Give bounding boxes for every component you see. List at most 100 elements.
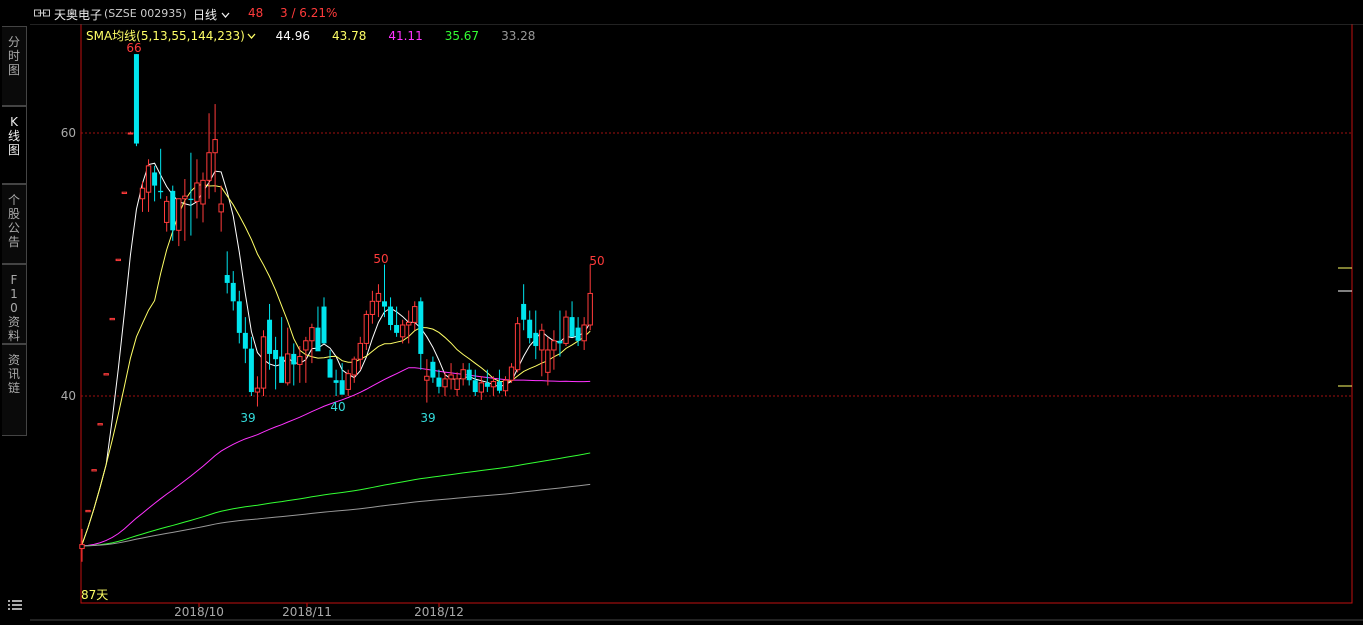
candle-body (412, 306, 418, 323)
sma-indicator-selector[interactable]: SMA均线(5,13,55,144,233) (86, 29, 256, 43)
x-tick-label: 2018/12 (414, 605, 464, 619)
candle-body (109, 317, 115, 321)
candle-body (315, 327, 321, 352)
kline-chart[interactable]: 60402018/10 2018/11 2018/1266394050395087天 (0, 0, 1363, 625)
stock-code: (SZSE 002935) (104, 7, 187, 20)
candle-body (502, 379, 509, 392)
list-icon[interactable] (8, 598, 22, 612)
candle-body (133, 54, 139, 144)
days-count-label: 87天 (81, 588, 108, 602)
sma-5-line (81, 162, 591, 545)
candle-body (363, 313, 370, 344)
side-tab-1[interactable]: 分时图 (2, 26, 27, 106)
candle-body (267, 319, 273, 354)
chart-frame (30, 23, 1363, 621)
candle-body (273, 349, 279, 360)
sma-value-2: 43.78 (331, 29, 367, 43)
candle-body (224, 275, 230, 283)
candle-body (357, 342, 364, 360)
candle-body (242, 332, 248, 349)
candle-body (478, 382, 485, 393)
y-tick-label: 40 (61, 389, 76, 403)
candle-body (545, 349, 551, 373)
candle-body (200, 179, 206, 205)
sidebar: 分时图 K线图个股公告 F10资料 资讯链 (0, 26, 30, 625)
candle-body (424, 375, 430, 381)
sma-value-3: 41.11 (388, 29, 423, 43)
price-annotation: 39 (420, 411, 435, 425)
candle-body (575, 327, 581, 341)
candle-body (152, 172, 158, 186)
side-tab-label: 个股公告 (7, 193, 20, 249)
candle-body (333, 380, 339, 383)
candle-body (279, 356, 285, 383)
candle-body (539, 329, 545, 351)
candle-body (418, 301, 424, 354)
candle-body (406, 321, 412, 326)
candle-body (496, 381, 502, 391)
candle-body (551, 340, 557, 351)
x-tick-label: 2018/11 (282, 605, 332, 619)
price-annotation: 40 (330, 400, 345, 414)
candle-body (521, 303, 527, 320)
sma-value-5: 33.28 (501, 29, 536, 43)
candle-body (158, 190, 164, 193)
sma-144-line (81, 452, 591, 547)
candle-body (472, 380, 478, 393)
candle-body (490, 381, 497, 388)
price-annotation: 50 (373, 252, 388, 266)
y-tick-label: 60 (61, 126, 76, 140)
candle-body (466, 369, 472, 381)
candle-body (206, 152, 212, 181)
sma-13-line (81, 183, 591, 545)
chart-grid (81, 132, 1352, 607)
side-tab-5[interactable]: 资讯链 (2, 344, 27, 436)
stock-header: 天奥电子 (SZSE 002935) 日线 48 3 / 6.21% (0, 0, 1363, 24)
sma-values: 44.96 43.78 41.11 35.67 33.28 (276, 29, 558, 43)
side-tab-label: K线图 (7, 115, 20, 157)
candle-body (339, 380, 345, 395)
x-tick-label: 2018/10 (174, 605, 224, 619)
candle-body (460, 369, 466, 380)
side-tab-4[interactable]: F10资料 (2, 264, 27, 344)
candle-body (454, 378, 460, 390)
candle-body (303, 340, 309, 351)
candle-body (508, 366, 515, 381)
side-tab-3[interactable]: 个股公告 (2, 184, 27, 264)
link-icon[interactable] (34, 9, 50, 17)
candle-body (285, 353, 291, 384)
stock-change: 3 / 6.21% (280, 6, 338, 20)
side-tab-2[interactable]: K线图 (2, 106, 27, 184)
candle-body (176, 198, 182, 231)
candle-body (85, 509, 91, 513)
chart-labels: 60402018/10 2018/11 2018/1266394050395087天 (61, 41, 605, 619)
candle-body (514, 323, 521, 371)
candle-body (103, 373, 109, 376)
period-selector[interactable]: 日线 (193, 6, 230, 23)
candle-body (97, 423, 103, 426)
candle-body (563, 316, 569, 344)
candle-body (581, 324, 587, 342)
candles (79, 54, 593, 562)
candle-body (394, 324, 400, 333)
candle-body (321, 306, 327, 344)
candle-body (375, 292, 382, 302)
price-annotation: 39 (240, 411, 255, 425)
candle-body (218, 203, 224, 213)
candle-body (248, 348, 254, 393)
candle-body (382, 301, 387, 307)
period-label: 日线 (193, 8, 218, 22)
candle-body (91, 469, 97, 472)
sma-indicator-bar: SMA均线(5,13,55,144,233) 44.96 43.78 41.11 35… (86, 27, 571, 44)
side-tab-label: F10资料 (7, 273, 20, 343)
candle-body (139, 187, 146, 200)
candle-body (79, 544, 85, 550)
candle-body (115, 258, 121, 262)
candle-body (569, 317, 575, 337)
candle-body (230, 282, 236, 302)
candle-body (442, 378, 448, 388)
candle-body (436, 377, 442, 387)
candle-body (194, 182, 200, 202)
candle-body (254, 387, 261, 393)
candle-body (297, 356, 303, 365)
